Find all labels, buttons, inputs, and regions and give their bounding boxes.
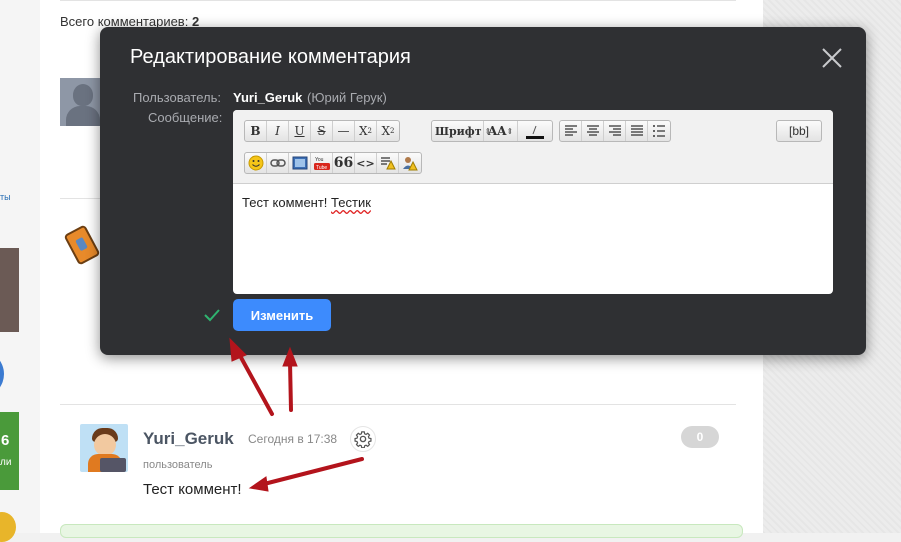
align-center-button[interactable] [582, 121, 604, 141]
side-link-fragment[interactable]: ты [0, 192, 11, 202]
side-number: 6 [1, 432, 10, 449]
font-group: Шрифт ⇕ AA ⇕ [431, 120, 553, 142]
gear-icon [354, 431, 372, 448]
youtube-button[interactable]: You Tube [311, 153, 333, 173]
message-textarea[interactable]: Тест коммент! Тестик [242, 195, 371, 210]
comment-text: Тест коммент! [143, 481, 242, 498]
divider [60, 404, 736, 405]
link-button[interactable] [267, 153, 289, 173]
italic-button[interactable]: I [267, 121, 289, 141]
message-editor: B I U S — X2 X2 Шрифт ⇕ AA ⇕ [bb] You Tu… [233, 110, 833, 294]
user-label: Пользователь: [133, 90, 221, 105]
align-right-button[interactable] [604, 121, 626, 141]
align-justify-button[interactable] [626, 121, 648, 141]
font-select[interactable]: Шрифт ⇕ [432, 121, 491, 141]
insert-group: You Tube 66 <> [244, 152, 422, 174]
youtube-icon: You Tube [313, 157, 330, 171]
align-left-button[interactable] [560, 121, 582, 141]
list-button[interactable] [648, 121, 670, 141]
bold-button[interactable]: B [245, 121, 267, 141]
side-text: ли [0, 457, 12, 468]
subscript-button[interactable]: X2 [377, 121, 399, 141]
align-justify-icon [630, 125, 643, 136]
close-icon [822, 48, 842, 68]
side-green-widget: 6 ли [0, 412, 19, 490]
superscript-button[interactable]: X2 [355, 121, 377, 141]
bbcode-toggle-button[interactable]: [bb] [776, 120, 822, 142]
spoiler-button[interactable] [377, 153, 399, 173]
comment-role: пользователь [143, 459, 213, 471]
edit-comment-dialog: Редактирование комментария Пользователь:… [100, 27, 866, 355]
submit-button[interactable]: Изменить [233, 299, 331, 331]
side-image [0, 248, 19, 332]
align-right-icon [608, 125, 621, 136]
sticker-image [63, 224, 101, 266]
list-icon [653, 125, 665, 137]
code-button[interactable]: <> [355, 153, 377, 173]
font-size-select[interactable]: AA ⇕ [484, 121, 518, 141]
smiley-button[interactable] [245, 153, 267, 173]
image-icon [292, 156, 307, 170]
username-value: Yuri_Geruk [233, 90, 303, 105]
message-label: Сообщение: [148, 110, 223, 125]
user-warning-icon [403, 157, 418, 171]
svg-text:Tube: Tube [316, 165, 327, 171]
left-strip: ты 6 ли [0, 0, 40, 542]
comment-username[interactable]: Yuri_Geruk [143, 429, 234, 449]
comment-time: Сегодня в 17:38 [248, 432, 338, 446]
real-name-value: (Юрий Герук) [307, 90, 387, 105]
underline-button[interactable]: U [289, 121, 311, 141]
comment-rating-badge[interactable]: 0 [681, 426, 719, 448]
text-color-icon [526, 125, 544, 139]
link-icon [269, 159, 286, 167]
dialog-title: Редактирование комментария [130, 46, 411, 68]
comment-avatar[interactable] [80, 424, 128, 472]
svg-text:You: You [315, 157, 324, 163]
strike-button[interactable]: S [311, 121, 333, 141]
hide-button[interactable] [399, 153, 421, 173]
side-yellow-circle [0, 512, 16, 542]
message-text: Тест коммент! [242, 195, 332, 210]
format-group: B I U S — X2 X2 [244, 120, 400, 142]
quote-button[interactable]: 66 [333, 153, 355, 173]
divider [60, 0, 736, 1]
misspelled-word: Тестик [331, 195, 371, 210]
font-color-button[interactable] [518, 121, 552, 141]
hr-button[interactable]: — [333, 121, 355, 141]
align-group [559, 120, 671, 142]
image-button[interactable] [289, 153, 311, 173]
editor-toolbar: B I U S — X2 X2 Шрифт ⇕ AA ⇕ [bb] You Tu… [233, 110, 833, 184]
align-center-icon [586, 125, 599, 136]
close-button[interactable] [817, 43, 847, 73]
check-icon [204, 309, 220, 322]
spoiler-icon [380, 157, 396, 170]
comment-settings-button[interactable] [350, 426, 376, 452]
align-left-icon [564, 125, 577, 136]
notice-bar [60, 524, 743, 538]
smiley-icon [248, 155, 263, 171]
side-circle [0, 350, 4, 398]
